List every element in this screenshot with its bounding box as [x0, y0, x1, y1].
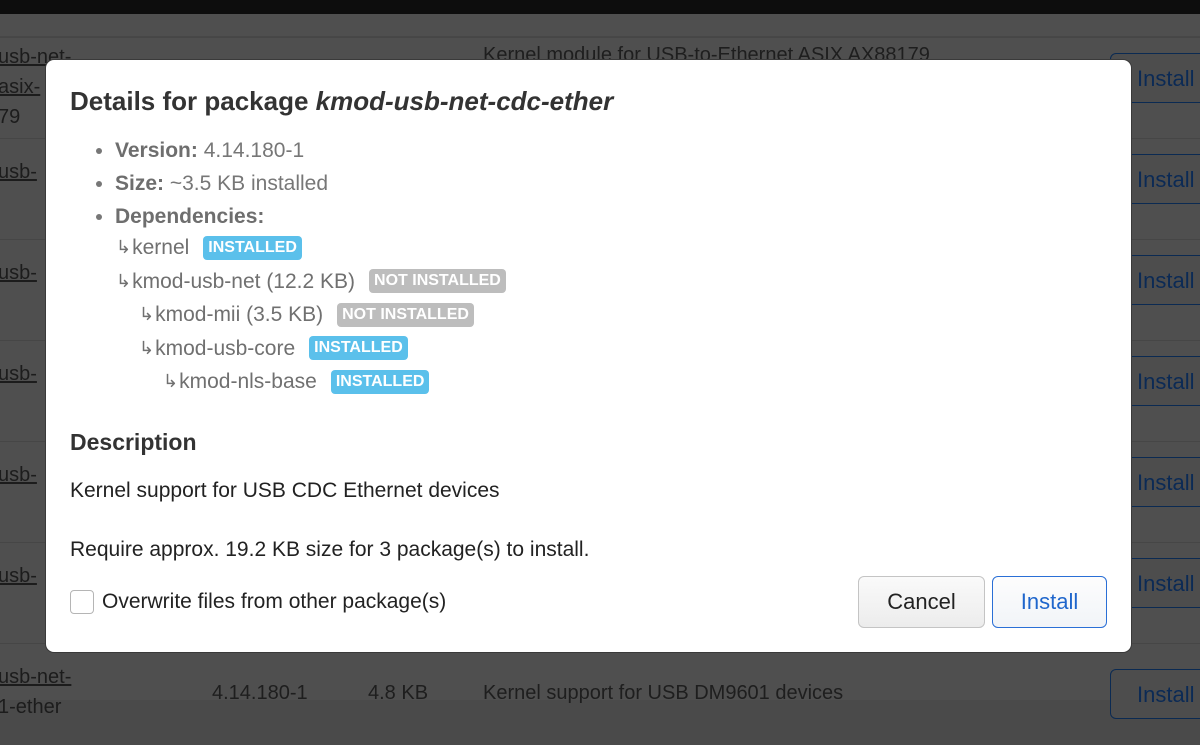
tree-arrow-icon: ↳	[163, 371, 179, 391]
package-name-line1[interactable]: usb-net-	[0, 666, 71, 688]
version-value: 4.14.180-1	[197, 139, 305, 162]
dependency-name: kmod-usb-net (12.2 KB)	[132, 269, 356, 293]
tree-arrow-icon: ↳	[116, 237, 132, 257]
dependency-status-badge: INSTALLED	[203, 235, 302, 260]
dependency-status-badge: INSTALLED	[309, 336, 408, 361]
tree-arrow-icon: ↳	[139, 304, 155, 324]
package-info-list: Version: 4.14.180-1 Size: ~3.5 KB instal…	[70, 134, 328, 233]
package-name-line1[interactable]: usb-	[0, 565, 37, 587]
dependency-item: ↳ kernel INSTALLED	[116, 231, 506, 265]
package-name-link[interactable]: usb-net- 1-ether	[0, 662, 108, 722]
dependency-name: kernel	[132, 236, 190, 259]
dependency-status-badge: NOT INSTALLED	[369, 269, 506, 294]
dependency-status-badge: NOT INSTALLED	[337, 302, 474, 327]
dependency-tree: ↳ kernel INSTALLED ↳ kmod-usb-net (12.2 KB) N…	[116, 231, 506, 399]
modal-title-prefix: Details for package	[70, 86, 316, 116]
dependency-item: ↳ kmod-mii (3.5 KB) NOT INSTALLED	[116, 298, 506, 332]
cancel-button[interactable]: Cancel	[858, 576, 985, 628]
tree-arrow-icon: ↳	[139, 337, 155, 358]
package-name-line1[interactable]: usb-	[0, 161, 37, 183]
table-row: usb-net- 1-ether 4.14.180-1 4.8 KB Kernel su…	[0, 643, 1200, 745]
row-install-button[interactable]: Install	[1110, 669, 1200, 719]
package-size: 4.8 KB	[368, 682, 429, 704]
package-name-line1[interactable]: usb-	[0, 262, 37, 284]
dependency-name: kmod-nls-base	[179, 370, 317, 393]
package-name-line2: 1-ether	[0, 696, 62, 718]
overwrite-option[interactable]: Overwrite files from other package(s)	[70, 590, 446, 614]
modal-package-name: kmod-usb-net-cdc-ether	[315, 86, 614, 116]
install-button[interactable]: Install	[992, 576, 1107, 628]
info-size: Size: ~3.5 KB installed	[115, 167, 328, 200]
package-name-line1[interactable]: usb-	[0, 363, 37, 385]
size-value: ~3.5 KB installed	[164, 172, 329, 195]
package-version: 4.14.180-1	[212, 682, 308, 704]
overwrite-label: Overwrite files from other package(s)	[102, 590, 447, 613]
top-bar	[0, 0, 1200, 14]
package-name-line2: 79	[0, 106, 21, 128]
dependencies-label: Dependencies:	[115, 205, 265, 228]
version-label: Version:	[115, 139, 198, 162]
size-label: Size:	[115, 172, 165, 195]
dependency-status-badge: INSTALLED	[330, 369, 430, 394]
description-text: Kernel support for USB CDC Ethernet devi…	[70, 479, 500, 502]
info-dependencies: Dependencies:	[115, 200, 328, 233]
package-details-modal: Details for package kmod-usb-net-cdc-eth…	[46, 60, 1131, 652]
package-description: Kernel support for USB DM9601 devices	[483, 682, 844, 704]
package-name-line1[interactable]: usb-	[0, 464, 37, 486]
tree-arrow-icon: ↳	[116, 270, 132, 291]
dependency-item: ↳ kmod-usb-net (12.2 KB) NOT INSTALLED	[116, 265, 506, 299]
description-heading: Description	[70, 429, 197, 455]
dependency-name: kmod-mii (3.5 KB)	[155, 303, 324, 326]
dependency-item: ↳ kmod-nls-base INSTALLED	[116, 365, 506, 399]
overwrite-checkbox[interactable]	[70, 590, 94, 614]
info-version: Version: 4.14.180-1	[115, 134, 328, 167]
install-size-summary: Require approx. 19.2 KB size for 3 packa…	[70, 538, 590, 561]
dependency-item: ↳ kmod-usb-core INSTALLED	[116, 332, 506, 366]
dependency-name: kmod-usb-core	[155, 336, 296, 360]
modal-title: Details for package kmod-usb-net-cdc-eth…	[70, 86, 613, 117]
